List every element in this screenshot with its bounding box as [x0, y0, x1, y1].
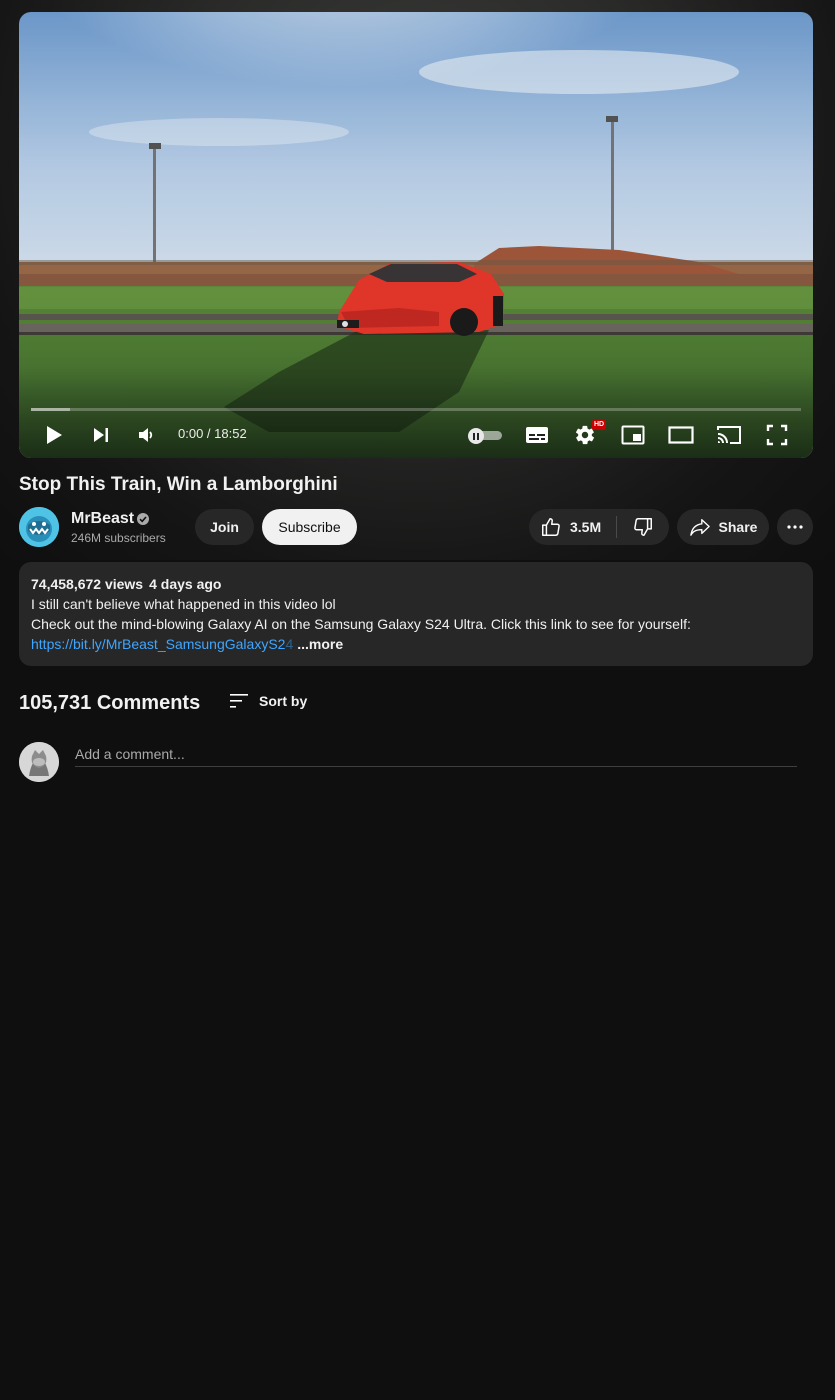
subscribe-button[interactable]: Subscribe: [262, 509, 357, 545]
miniplayer-icon: [621, 425, 645, 445]
like-dislike-group: 3.5M: [529, 509, 669, 545]
thumbs-up-icon: [542, 518, 560, 536]
add-comment-input[interactable]: [75, 742, 797, 767]
comments-count: 105,731 Comments: [19, 692, 201, 714]
video-player[interactable]: 0:00 / 18:52 HD: [19, 12, 813, 458]
fullscreen-button[interactable]: [764, 422, 790, 448]
subscriber-count: 246M subscribers: [71, 531, 166, 545]
subtitles-button[interactable]: [524, 422, 550, 448]
description-line-2: Check out the mind-blowing Galaxy AI on …: [31, 616, 691, 632]
upload-age: 4 days ago: [149, 576, 222, 592]
description-link[interactable]: https://bit.ly/MrBeast_SamsungGalaxyS2: [31, 636, 285, 652]
sort-by-label: Sort by: [259, 693, 308, 709]
verified-badge-icon: [137, 513, 149, 525]
fullscreen-icon: [766, 424, 788, 446]
pause-icon: [468, 428, 484, 444]
show-more-button[interactable]: ...more: [297, 636, 343, 652]
description-meta: 74,458,672 views 4 days ago: [31, 574, 801, 594]
description-box[interactable]: 74,458,672 views 4 days ago I still can't…: [19, 562, 813, 666]
share-label: Share: [718, 519, 758, 535]
autoplay-toggle[interactable]: [468, 428, 502, 444]
play-button[interactable]: [41, 422, 67, 448]
theater-icon: [668, 426, 694, 444]
volume-icon: [139, 428, 153, 442]
mrbeast-logo-icon: [19, 507, 59, 547]
thumbs-down-icon: [634, 518, 652, 536]
next-button[interactable]: [89, 422, 113, 448]
channel-name[interactable]: MrBeast: [71, 510, 134, 528]
miniplayer-button[interactable]: [620, 422, 646, 448]
next-icon: [94, 428, 108, 442]
user-avatar: [19, 742, 59, 782]
description-link-faded: 4: [285, 636, 294, 652]
progress-bar[interactable]: [31, 408, 801, 411]
like-button[interactable]: 3.5M: [529, 509, 617, 545]
view-count: 74,458,672 views: [31, 576, 144, 592]
dislike-button[interactable]: [617, 509, 669, 545]
mute-button[interactable]: [135, 422, 157, 448]
cast-button[interactable]: [715, 422, 743, 448]
join-button[interactable]: Join: [195, 509, 254, 545]
more-horizontal-icon: [787, 525, 803, 529]
play-icon: [47, 426, 62, 444]
hd-badge: HD: [592, 420, 607, 430]
sort-icon: [230, 694, 248, 708]
channel-avatar[interactable]: [19, 507, 59, 547]
share-icon: [689, 519, 710, 536]
subtitles-icon: [526, 427, 548, 443]
theater-mode-button[interactable]: [667, 422, 695, 448]
progress-buffered: [31, 408, 70, 411]
user-avatar-icon: [19, 742, 59, 782]
share-button[interactable]: Share: [677, 509, 769, 545]
cast-icon: [717, 426, 741, 444]
description-line-1: I still can't believe what happened in t…: [31, 596, 336, 612]
more-actions-button[interactable]: [777, 509, 813, 545]
description-line-3: https://bit.ly/MrBeast_SamsungGalaxyS24.…: [31, 634, 801, 654]
time-display: 0:00 / 18:52: [178, 426, 247, 441]
sort-by-button[interactable]: Sort by: [229, 689, 307, 713]
video-title: Stop This Train, Win a Lamborghini: [19, 474, 338, 495]
like-count: 3.5M: [570, 519, 602, 535]
